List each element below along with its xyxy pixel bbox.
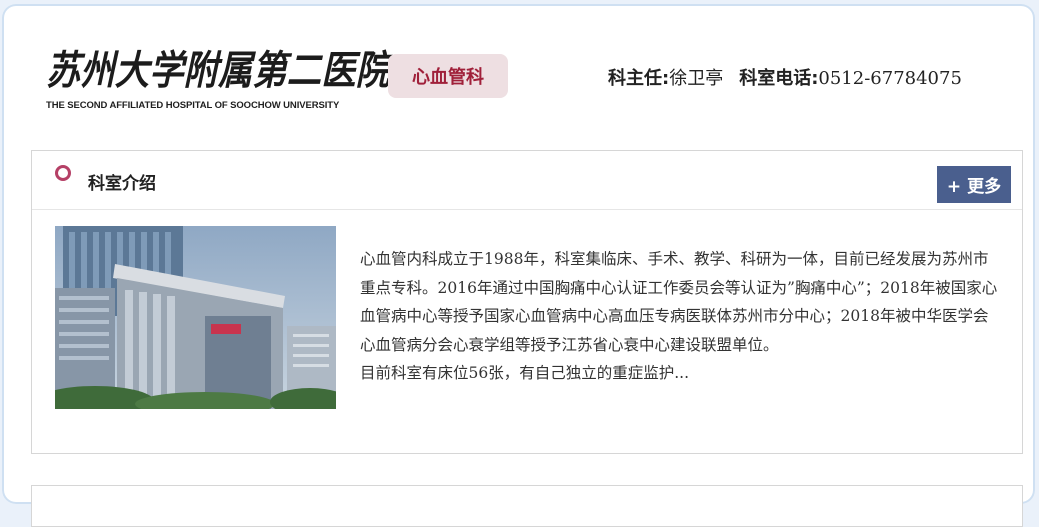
department-badge[interactable]: 心血管科 [388, 54, 508, 98]
hospital-building-image [55, 226, 336, 409]
director-name: 徐卫亭 [669, 68, 724, 89]
logo-chinese-name: 苏州大学附属第二医院 [46, 47, 390, 94]
next-section-card [31, 485, 1023, 527]
more-button[interactable]: + 更多 [937, 166, 1011, 203]
page-frame: 苏州大学附属第二医院 THE SECOND AFFILIATED HOSPITA… [2, 4, 1035, 527]
intro-card-header: 科室介绍 + 更多 [32, 151, 1022, 210]
ring-icon [55, 165, 71, 181]
intro-text: 心血管内科成立于1988年，科室集临床、手术、教学、科研为一体，目前已经发展为苏… [360, 245, 1000, 388]
hospital-building-photo[interactable] [55, 226, 336, 409]
phone-number: 0512-67784075 [818, 68, 962, 89]
phone-label: 科室电话: [739, 68, 819, 89]
logo-english-name: THE SECOND AFFILIATED HOSPITAL OF SOOCHO… [46, 100, 340, 111]
department-contact: 科主任:徐卫亭 科室电话:0512-67784075 [608, 64, 962, 90]
director-label: 科主任: [608, 68, 670, 89]
intro-paragraph-2: 目前科室有床位56张，有自己独立的重症监护... [360, 364, 690, 382]
intro-card: 科室介绍 + 更多 心血管内科成立于1988年，科室集临床、手术、教学、科研为一… [31, 150, 1023, 454]
intro-paragraph-1: 心血管内科成立于1988年，科室集临床、手术、教学、科研为一体，目前已经发展为苏… [360, 250, 998, 354]
section-title: 科室介绍 [88, 174, 156, 194]
hospital-logo[interactable]: 苏州大学附属第二医院 THE SECOND AFFILIATED HOSPITA… [46, 46, 390, 112]
